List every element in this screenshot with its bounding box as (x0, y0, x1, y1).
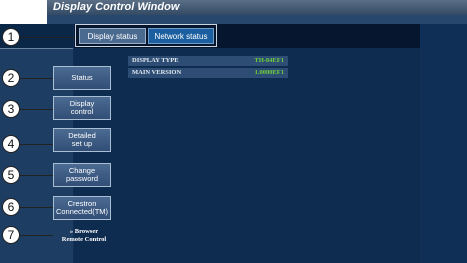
callout-2-leader (20, 78, 53, 79)
crestron-connected-button[interactable]: Crestron Connected(TM) (53, 196, 111, 220)
callout-3-leader (20, 109, 53, 110)
detailed-setup-button[interactable]: Detailed set up (53, 128, 111, 152)
display-type-label: DISPLAY TYPE (132, 57, 179, 64)
callout-6: 6 (2, 198, 20, 216)
status-button[interactable]: Status (53, 66, 111, 90)
change-password-button[interactable]: Change password (53, 163, 111, 187)
callout-1: 1 (2, 28, 20, 46)
callout-4: 4 (2, 135, 20, 153)
callout-6-leader (20, 207, 53, 208)
callout-2: 2 (2, 69, 20, 87)
main-version-value: 1.0000EF1 (254, 69, 284, 76)
callout-7: 7 (2, 226, 20, 244)
info-row-display-type: DISPLAY TYPE TH-84EF1 (128, 56, 288, 66)
callout-4-leader (20, 144, 53, 145)
info-row-main-version: MAIN VERSION 1.0000EF1 (128, 68, 288, 78)
window-title: Display Control Window (47, 0, 467, 15)
main-version-label: MAIN VERSION (132, 69, 182, 76)
callout-7-leader (20, 235, 53, 236)
display-control-button[interactable]: Display control (53, 96, 111, 120)
callout-3: 3 (2, 100, 20, 118)
callout-1-leader (20, 37, 75, 38)
tab-display-status[interactable]: Display status (79, 28, 146, 44)
sidebar-divider (0, 48, 73, 49)
browser-remote-control-link[interactable]: » Browser Remote Control (53, 228, 115, 243)
tab-network-status[interactable]: Network status (148, 28, 214, 44)
callout-5-leader (20, 175, 53, 176)
callout-5: 5 (2, 166, 20, 184)
display-type-value: TH-84EF1 (254, 57, 284, 64)
top-strip (47, 15, 467, 24)
